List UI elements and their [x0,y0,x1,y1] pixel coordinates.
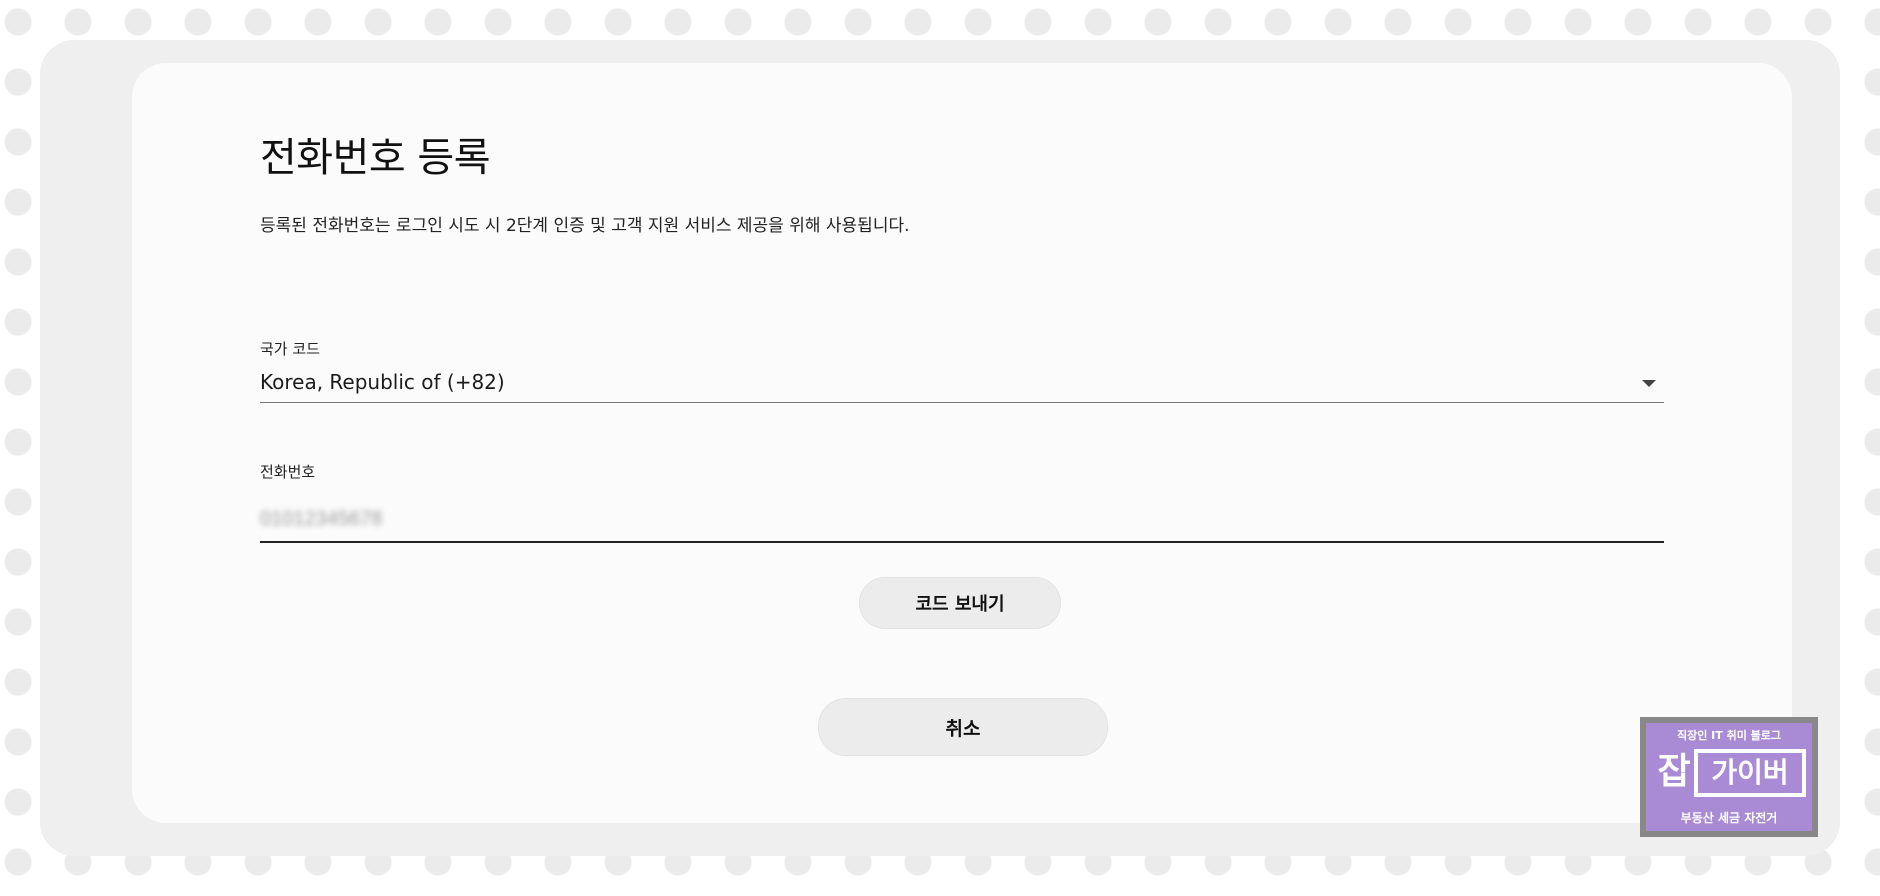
cancel-button[interactable]: 취소 [818,698,1108,756]
watermark-main-char: 잡 [1657,751,1691,792]
country-code-label: 국가 코드 [260,340,320,358]
chevron-down-icon[interactable] [1642,380,1656,387]
blog-watermark-logo: 직장인 IT 취미 블로그 잡 가이버 부동산 세금 자전거 [1640,717,1818,837]
page-title: 전화번호 등록 [260,135,491,181]
send-code-button[interactable]: 코드 보내기 [859,577,1061,629]
phone-number-input[interactable] [260,503,1664,535]
page-description: 등록된 전화번호는 로그인 시도 시 2단계 인증 및 고객 지원 서비스 제공… [260,216,910,236]
watermark-top-text: 직장인 IT 취미 블로그 [1676,729,1782,742]
phone-number-label: 전화번호 [260,463,316,481]
watermark-bottom-text: 부동산 세금 자전거 [1680,811,1778,825]
watermark-main-text: 가이버 [1698,753,1802,793]
phone-registration-card: 전화번호 등록 등록된 전화번호는 로그인 시도 시 2단계 인증 및 고객 지… [132,63,1792,823]
phone-number-field [260,495,1664,543]
watermark-name-box: 가이버 [1694,749,1806,797]
watermark-panel: 직장인 IT 취미 블로그 잡 가이버 부동산 세금 자전거 [1646,723,1812,831]
country-code-select[interactable]: Korea, Republic of (+82) [260,366,1664,403]
country-code-value: Korea, Republic of (+82) [260,370,505,394]
